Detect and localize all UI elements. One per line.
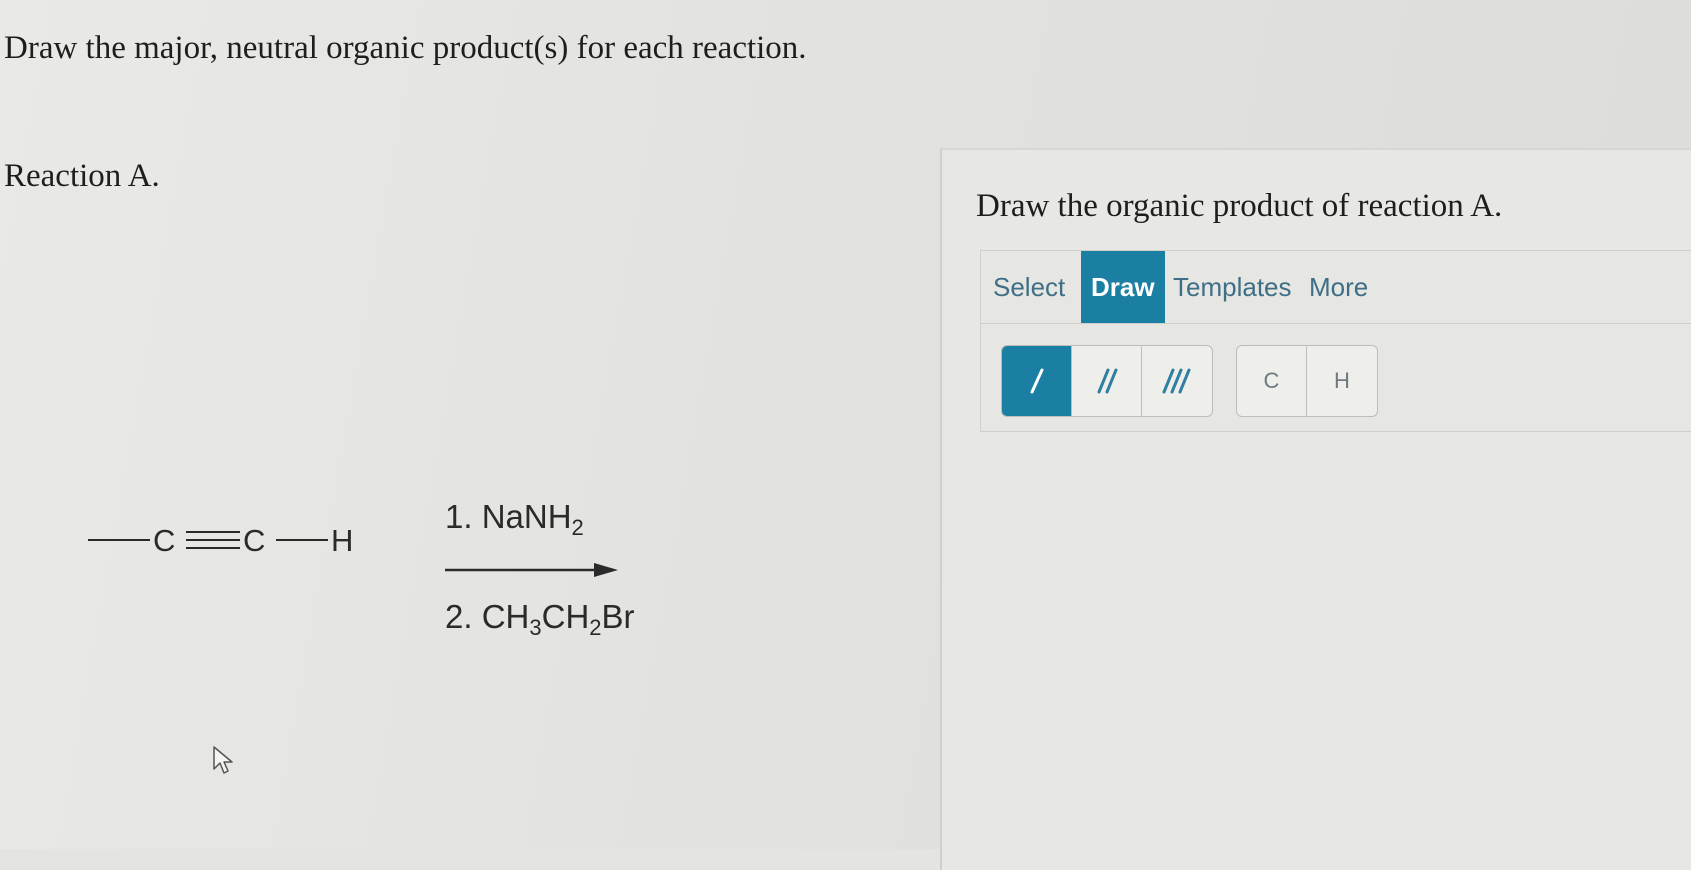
carbon-element-tool[interactable]: C: [1237, 346, 1307, 416]
editor-menu: Select Draw Templates More: [981, 251, 1691, 324]
mouse-cursor-icon: [213, 746, 233, 774]
single-bond-icon: [1030, 368, 1043, 394]
element-tool-group: C H: [1236, 345, 1378, 417]
triple-bond: [186, 531, 240, 549]
atom-carbon-1: C: [153, 523, 176, 558]
double-bond-icon: [1097, 368, 1117, 394]
reaction-scheme: C C H 1. NaNH2 2. CH3CH2Br: [88, 470, 708, 650]
page: Draw the major, neutral organic product(…: [0, 0, 1691, 870]
reagent-step-2: 2. CH3CH2Br: [445, 598, 635, 640]
hydrogen-element-tool[interactable]: H: [1307, 346, 1377, 416]
draw-tools: C H: [981, 323, 1691, 431]
reagent-step-1: 1. NaNH2: [445, 498, 584, 540]
bond-tool-group: [1001, 345, 1213, 417]
reaction-arrow: [445, 563, 618, 577]
reaction-label: Reaction A.: [4, 158, 160, 194]
menu-templates[interactable]: Templates: [1163, 251, 1302, 323]
panel-title: Draw the organic product of reaction A.: [976, 188, 1503, 224]
menu-draw[interactable]: Draw: [1081, 251, 1165, 323]
question-instruction: Draw the major, neutral organic product(…: [4, 30, 807, 66]
menu-more[interactable]: More: [1299, 251, 1378, 323]
atom-carbon-2: C: [243, 523, 266, 558]
atom-hydrogen: H: [331, 523, 354, 558]
double-bond-tool[interactable]: [1072, 346, 1142, 416]
structure-editor[interactable]: Select Draw Templates More C H: [980, 250, 1691, 432]
triple-bond-icon: [1162, 368, 1191, 394]
menu-select[interactable]: Select: [983, 251, 1075, 323]
single-bond-tool[interactable]: [1002, 346, 1072, 416]
triple-bond-tool[interactable]: [1142, 346, 1212, 416]
answer-panel: Draw the organic product of reaction A. …: [940, 148, 1691, 870]
